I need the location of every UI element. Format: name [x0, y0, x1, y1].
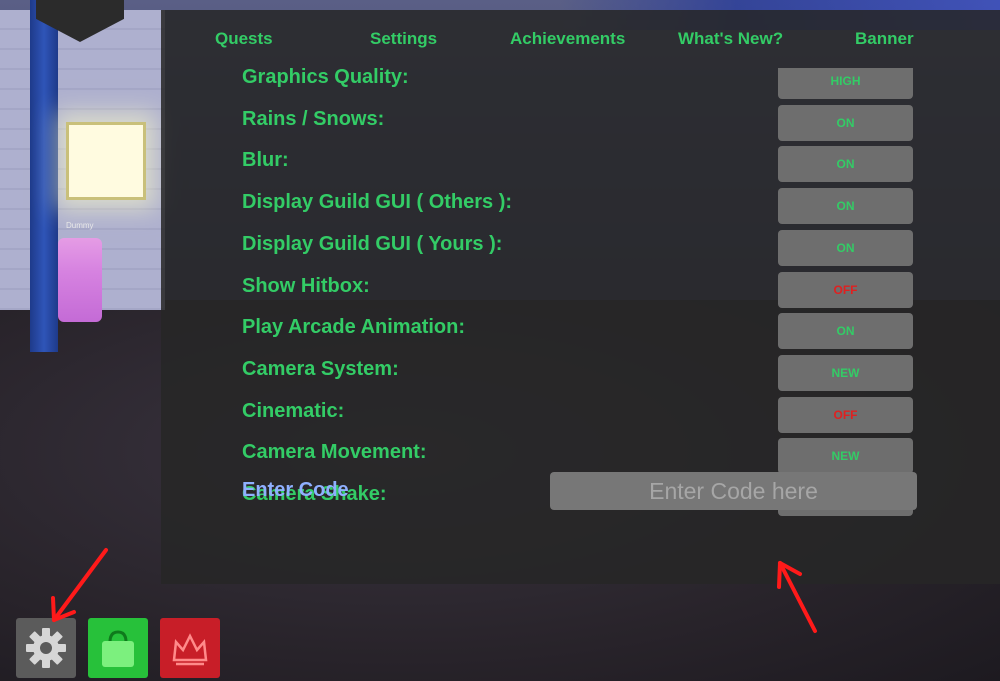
setting-label-show-hitbox: Show Hitbox:	[242, 274, 370, 297]
setting-label-graphics-quality: Graphics Quality:	[242, 68, 409, 88]
setting-toggle-blur[interactable]: ON	[778, 146, 913, 183]
setting-toggle-play-arcade-animation[interactable]: ON	[778, 313, 913, 350]
shopping-bag-icon	[102, 630, 134, 667]
wall-light	[66, 122, 146, 200]
npc-name-tag: Dummy	[66, 221, 94, 230]
setting-toggle-display-guild-gui-others[interactable]: ON	[778, 188, 913, 225]
crown-icon	[172, 633, 208, 666]
tab-settings[interactable]: Settings	[370, 29, 437, 49]
setting-label-play-arcade-animation: Play Arcade Animation:	[242, 316, 466, 339]
tab-quests[interactable]: Quests	[215, 29, 273, 49]
setting-label-camera-system: Camera System:	[242, 357, 399, 380]
setting-toggle-graphics-quality[interactable]: HIGH	[778, 68, 913, 99]
setting-label-display-guild-gui-others: Display Guild GUI ( Others ):	[242, 191, 513, 214]
setting-toggle-display-guild-gui-yours[interactable]: ON	[778, 229, 913, 266]
enter-code-label: Enter Code	[242, 479, 349, 501]
setting-label-camera-movement: Camera Movement:	[242, 441, 427, 464]
setting-label-display-guild-gui-yours: Display Guild GUI ( Yours ):	[242, 232, 503, 255]
tab-bar: Quests Settings Achievements What's New?…	[161, 10, 1000, 68]
tab-whats-new[interactable]: What's New?	[678, 29, 783, 49]
npc-dummy	[58, 238, 102, 322]
code-input[interactable]	[550, 472, 917, 510]
setting-toggle-camera-movement[interactable]: NEW	[778, 438, 913, 475]
settings-panel: Quests Settings Achievements What's New?…	[161, 10, 1000, 584]
setting-label-blur: Blur:	[242, 149, 289, 172]
tab-achievements[interactable]: Achievements	[510, 29, 625, 49]
vip-button[interactable]	[160, 618, 220, 678]
tab-banner[interactable]: Banner	[855, 29, 914, 49]
setting-label-cinematic: Cinematic:	[242, 399, 345, 422]
setting-label-rains-snows: Rains / Snows:	[242, 107, 385, 130]
gear-icon	[26, 628, 66, 668]
setting-toggle-show-hitbox[interactable]: OFF	[778, 271, 913, 308]
setting-toggle-camera-system[interactable]: NEW	[778, 354, 913, 391]
setting-toggle-rains-snows[interactable]: ON	[778, 104, 913, 141]
blue-pillar	[30, 0, 58, 352]
shop-button[interactable]	[88, 618, 148, 678]
setting-toggle-cinematic[interactable]: OFF	[778, 396, 913, 433]
settings-button[interactable]	[16, 618, 76, 678]
